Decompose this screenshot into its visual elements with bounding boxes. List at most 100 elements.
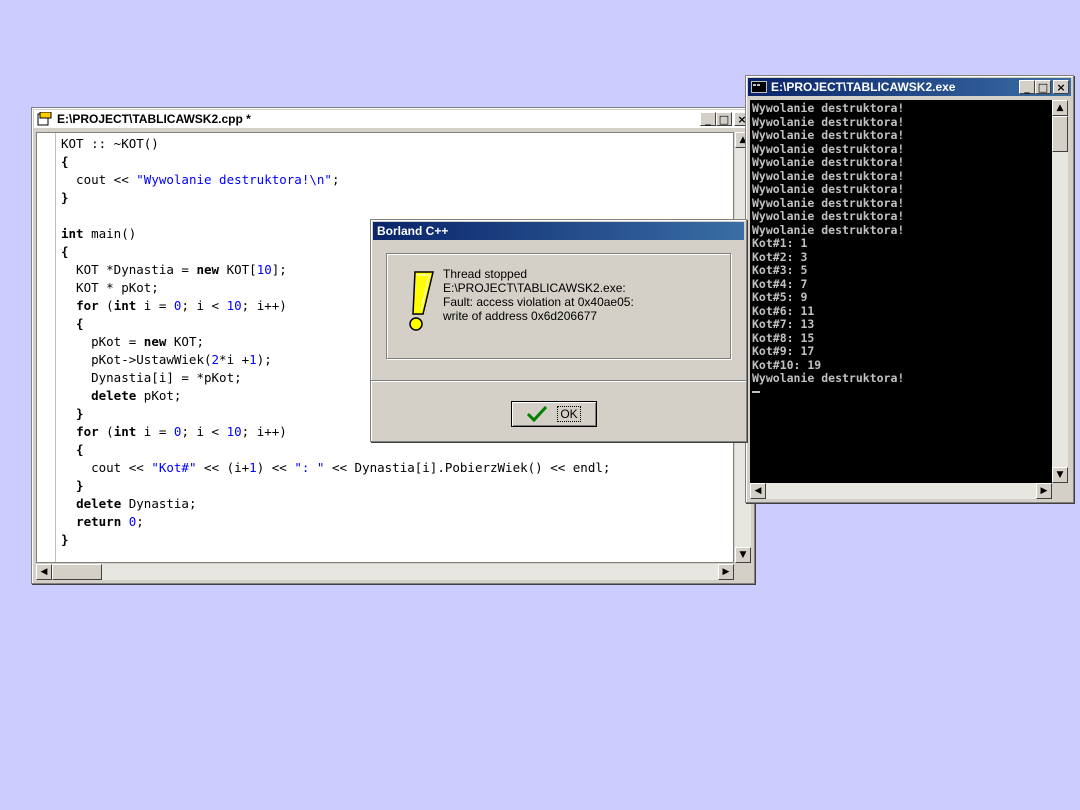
scroll-left-arrow-icon[interactable]: ◀ — [36, 564, 52, 580]
console-titlebar[interactable]: E:\PROJECT\TABLICAWSK2.exe _ □ × — [748, 78, 1071, 96]
scroll-left-arrow-icon[interactable]: ◀ — [750, 483, 766, 499]
console-line: Wywolanie destruktora! — [752, 209, 905, 223]
minimize-button[interactable]: _ — [700, 112, 716, 126]
code-token: ; i++) — [241, 424, 287, 439]
scroll-down-arrow-icon[interactable]: ▼ — [735, 547, 751, 563]
code-token: new — [196, 262, 220, 277]
editor-titlebar[interactable]: E:\PROJECT\TABLICAWSK2.cpp * _ □ × — [34, 110, 752, 128]
scroll-down-arrow-icon[interactable]: ▼ — [1052, 467, 1068, 483]
code-token: pKot = — [61, 334, 144, 349]
code-token: ": " — [294, 460, 325, 475]
code-token: pKot; — [136, 388, 182, 403]
code-line: cout << "Wywolanie destruktora!\n"; — [61, 171, 610, 189]
code-token: } — [61, 478, 84, 493]
code-token: Dynastia[i] = *pKot; — [61, 370, 242, 385]
dialog-message-line: Thread stopped — [443, 267, 528, 281]
minimize-button[interactable]: _ — [1019, 80, 1035, 94]
code-token: KOT; — [166, 334, 205, 349]
code-token: } — [61, 532, 69, 547]
code-line: cout << "Kot#" << (i+1) << ": " << Dynas… — [61, 459, 610, 477]
console-line: Kot#6: 11 — [752, 303, 815, 318]
console-line: Wywolanie destruktora! — [752, 155, 905, 169]
code-line: } — [61, 477, 610, 495]
console-line: Kot#3: 5 — [752, 263, 808, 277]
horizontal-scroll-thumb[interactable] — [52, 564, 102, 580]
code-token: for — [76, 424, 99, 439]
console-title: E:\PROJECT\TABLICAWSK2.exe — [771, 80, 956, 94]
code-line: } — [61, 189, 610, 207]
scroll-right-arrow-icon[interactable]: ▶ — [718, 564, 734, 580]
console-line: Kot#5: 9 — [752, 290, 808, 304]
code-token: "Kot#" — [151, 460, 197, 475]
code-token: delete — [91, 388, 137, 403]
console-vertical-scrollbar[interactable]: ▲ ▼ — [1052, 100, 1068, 483]
console-cursor — [752, 386, 904, 400]
code-token: Dynastia; — [121, 496, 197, 511]
ok-button-label: OK — [557, 406, 581, 422]
document-icon — [37, 112, 52, 126]
scroll-right-arrow-icon[interactable]: ▶ — [1036, 483, 1052, 499]
console-line: Wywolanie destruktora! — [752, 371, 905, 385]
code-token: ; i++) — [241, 298, 287, 313]
code-token: ( — [98, 424, 114, 439]
editor-title: E:\PROJECT\TABLICAWSK2.cpp * — [57, 112, 251, 126]
code-token: 10 — [226, 424, 242, 439]
code-token: { — [61, 154, 69, 169]
code-token: 2 — [211, 352, 220, 367]
code-token: << Dynastia[i].PobierzWiek() << endl; — [324, 460, 611, 475]
code-token: return — [76, 514, 122, 529]
code-token: 1 — [249, 460, 257, 475]
console-line: Kot#1: 1 — [752, 236, 808, 250]
console-text: Wywolanie destruktora! Wywolanie destrukt… — [752, 101, 905, 400]
code-line: } — [61, 531, 610, 549]
editor-horizontal-scrollbar[interactable]: ◀ ▶ — [36, 564, 734, 580]
dialog-titlebar[interactable]: Borland C++ — [373, 222, 744, 240]
code-token: ) << — [256, 460, 295, 475]
console-icon — [751, 81, 767, 93]
code-token: delete — [76, 496, 122, 511]
console-horizontal-scrollbar[interactable]: ◀ ▶ — [750, 483, 1052, 499]
code-token: ; — [331, 172, 340, 187]
editor-gutter — [37, 133, 56, 562]
code-line: { — [61, 153, 610, 171]
checkmark-icon — [527, 406, 548, 422]
maximize-button[interactable]: □ — [1035, 80, 1051, 94]
console-line: Wywolanie destruktora! — [752, 128, 905, 142]
exclamation-icon — [409, 271, 434, 331]
dialog-message-line: Fault: access violation at 0x40ae05: — [443, 295, 634, 309]
scroll-up-arrow-icon[interactable]: ▲ — [1052, 100, 1068, 116]
code-token: } — [61, 406, 84, 421]
ok-button[interactable]: OK — [511, 401, 597, 427]
code-token: KOT *Dynastia = — [61, 262, 197, 277]
console-line: Kot#8: 15 — [752, 330, 815, 345]
code-token: ); — [256, 352, 272, 367]
close-button[interactable]: × — [1053, 80, 1069, 94]
code-token: } — [61, 190, 69, 205]
code-line: KOT :: ~KOT() — [61, 135, 610, 153]
maximize-button[interactable]: □ — [716, 112, 732, 126]
error-dialog[interactable]: Borland C++ Thread stopped E:\PROJECT\TA… — [370, 219, 747, 442]
code-token: { — [61, 442, 84, 457]
console-output[interactable]: Wywolanie destruktora! Wywolanie destrukt… — [750, 100, 1052, 483]
code-token: int — [61, 226, 84, 241]
dialog-title: Borland C++ — [377, 224, 449, 238]
code-token: { — [61, 244, 69, 259]
code-token: int — [113, 424, 137, 439]
code-token: "Wywolanie destruktora!\n" — [136, 172, 332, 187]
console-line: Wywolanie destruktora! — [752, 114, 905, 129]
code-token: KOT * pKot; — [61, 280, 159, 295]
console-line: Kot#4: 7 — [752, 276, 808, 291]
console-line: Wywolanie destruktora! — [752, 141, 905, 156]
code-token: *i + — [219, 352, 250, 367]
code-token: KOT[ — [219, 262, 257, 277]
code-token: << (i+ — [196, 460, 250, 475]
vertical-scroll-thumb[interactable] — [1052, 116, 1068, 152]
console-line: Kot#10: 19 — [752, 357, 822, 372]
code-line: delete Dynastia; — [61, 495, 610, 513]
dialog-message-line: write of address 0x6d206677 — [443, 309, 598, 323]
code-line: return 0; — [61, 513, 610, 531]
console-window[interactable]: E:\PROJECT\TABLICAWSK2.exe _ □ × Wywolan… — [745, 75, 1074, 503]
